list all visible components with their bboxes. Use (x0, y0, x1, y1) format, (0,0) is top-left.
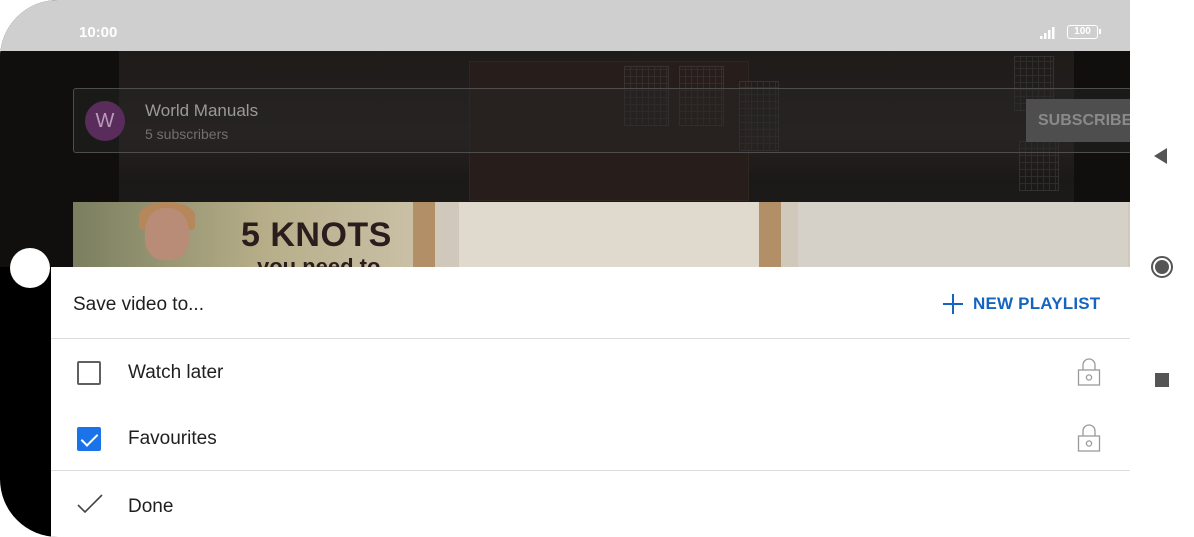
thumbnail-face-shape (145, 208, 189, 260)
video-thumbnail[interactable]: 5 KNOTS you need to (73, 202, 413, 267)
playlist-label: Watch later (128, 362, 224, 383)
home-icon[interactable] (1151, 256, 1173, 278)
device-frame: 10:00 100 W World Manuals 5 subscribers … (0, 0, 1194, 537)
checkbox[interactable] (77, 361, 101, 385)
sheet-title: Save video to... (73, 294, 204, 315)
sheet-header: Save video to... NEW PLAYLIST (51, 267, 1130, 339)
lock-icon (1077, 358, 1101, 386)
video-thumbnail[interactable] (459, 202, 759, 267)
related-videos-strip: 5 KNOTS you need to (73, 202, 1130, 267)
channel-card: W World Manuals 5 subscribers SUBSCRIBE (73, 88, 1130, 153)
status-time: 10:00 (79, 24, 118, 41)
phone-screen: 10:00 100 W World Manuals 5 subscribers … (0, 0, 1130, 537)
status-bar: 10:00 100 (0, 0, 1130, 51)
video-thumbnail[interactable] (798, 202, 1128, 267)
camera-cutout (10, 248, 50, 288)
signal-icon (1040, 26, 1062, 45)
subscribe-button[interactable]: SUBSCRIBE (1026, 99, 1130, 142)
done-label: Done (128, 496, 174, 517)
check-icon (77, 494, 103, 514)
battery-icon: 100 (1067, 25, 1101, 39)
post-shape (413, 202, 435, 267)
video-player-background: W World Manuals 5 subscribers SUBSCRIBE … (0, 51, 1130, 267)
save-to-playlist-sheet: Save video to... NEW PLAYLIST Watch late… (51, 267, 1130, 537)
new-playlist-label: NEW PLAYLIST (973, 294, 1101, 313)
done-button[interactable]: Done (51, 470, 1130, 537)
channel-subscriber-count: 5 subscribers (145, 126, 229, 142)
channel-name[interactable]: World Manuals (145, 101, 258, 121)
playlist-row-favourites[interactable]: Favourites (51, 405, 1130, 471)
playlist-label: Favourites (128, 428, 217, 449)
playlist-row-watch-later[interactable]: Watch later (51, 339, 1130, 405)
checkbox-checked[interactable] (77, 427, 101, 451)
plus-icon (942, 293, 964, 315)
new-playlist-button[interactable]: NEW PLAYLIST (942, 289, 1100, 319)
thumbnail-title: 5 KNOTS (241, 216, 392, 254)
post-shape (759, 202, 781, 267)
recents-icon[interactable] (1155, 373, 1169, 387)
thumbnail-subtitle: you need to (257, 254, 381, 267)
lock-icon (1077, 424, 1101, 452)
back-icon[interactable] (1154, 148, 1167, 164)
system-nav-bar (1130, 0, 1194, 537)
channel-avatar[interactable]: W (85, 101, 125, 141)
